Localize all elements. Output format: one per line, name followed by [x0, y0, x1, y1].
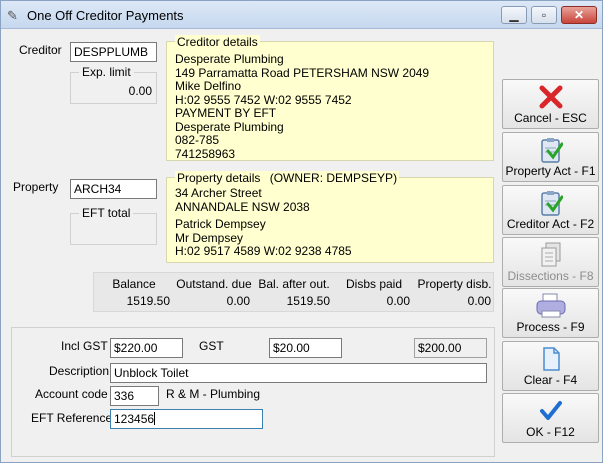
creditor-name: Desperate Plumbing: [175, 52, 284, 66]
owner-phones: H:02 9517 4589 W:02 9238 4785: [175, 244, 352, 258]
property-details-panel: Property details (OWNER: DEMPSEYP) 34 Ar…: [166, 171, 494, 263]
title-bar: ✎ One Off Creditor Payments ▁ ▫ ✕: [1, 1, 602, 29]
creditor-phones: H:02 9555 7452 W:02 9555 7452: [175, 92, 352, 107]
summary-outstanding: Outstand. due 0.00: [174, 273, 254, 313]
eft-reference-field[interactable]: 123456: [110, 409, 263, 429]
account-name: R & M - Plumbing: [166, 387, 261, 401]
creditor-payment-method: PAYMENT BY EFT: [175, 106, 277, 120]
summary-bal-after-label: Bal. after out.: [258, 277, 330, 291]
creditor-contact: Mike Delfino: [175, 79, 242, 93]
summary-bal-after: Bal. after out. 1519.50: [254, 273, 334, 313]
process-button-label: Process - F9: [516, 320, 585, 334]
text-cursor: [154, 412, 156, 425]
minimize-button[interactable]: ▁: [501, 6, 527, 24]
close-button[interactable]: ✕: [561, 6, 597, 24]
cancel-button[interactable]: Cancel - ESC: [502, 79, 599, 129]
property-act-button-label: Property Act - F1: [505, 164, 596, 178]
summary-property-disb: Property disb. 0.00: [414, 273, 495, 313]
exp-limit-value: 0.00: [128, 84, 152, 98]
eft-total-label: EFT total: [79, 206, 134, 220]
summary-balance-value: 1519.50: [126, 294, 170, 308]
ex-gst-field: $200.00: [414, 338, 487, 358]
dissections-button[interactable]: Dissections - F8: [502, 237, 599, 287]
printer-icon: [503, 292, 598, 320]
incl-gst-label: Incl GST: [61, 339, 108, 353]
exp-limit-label: Exp. limit: [79, 65, 134, 79]
creditor-details-label: Creditor details: [175, 35, 260, 49]
checkmark-icon: [503, 397, 598, 425]
clear-button[interactable]: Clear - F4: [502, 341, 599, 391]
summary-disbs-paid-value: 0.00: [386, 294, 410, 308]
summary-property-disb-value: 0.00: [467, 294, 491, 308]
summary-property-disb-label: Property disb.: [417, 277, 492, 291]
incl-gst-field[interactable]: $220.00: [110, 338, 183, 358]
eft-reference-label: EFT Reference: [31, 411, 113, 425]
summary-disbs-paid: Disbs paid 0.00: [334, 273, 414, 313]
maximize-icon: ▫: [541, 8, 547, 22]
summary-outstanding-value: 0.00: [226, 294, 250, 308]
property-code-field[interactable]: ARCH34: [70, 179, 157, 199]
property-details-title: Property details: [177, 171, 261, 185]
summary-balance-label: Balance: [112, 277, 156, 291]
eft-reference-value: 123456: [114, 412, 155, 426]
exp-limit-group: Exp. limit 0.00: [70, 65, 157, 104]
summary-disbs-paid-label: Disbs paid: [345, 277, 403, 291]
account-code-label: Account code: [35, 387, 108, 401]
property-suburb: ANNANDALE NSW 2038: [175, 199, 310, 214]
owner-salutation: Mr Dempsey: [175, 230, 244, 245]
property-label: Property: [13, 180, 59, 194]
eft-total-group: EFT total: [70, 206, 157, 245]
summary-bar: Balance 1519.50 Outstand. due 0.00 Bal. …: [93, 272, 494, 312]
gst-field[interactable]: $20.00: [269, 338, 342, 358]
property-owner-contact: Patrick Dempsey Mr Dempsey H:02 9517 458…: [175, 217, 352, 259]
creditor-details-panel: Creditor details Desperate Plumbing 149 …: [166, 35, 494, 161]
dissections-button-label: Dissections - F8: [507, 269, 594, 283]
creditor-address: 149 Parramatta Road PETERSHAM NSW 2049: [175, 65, 430, 80]
property-owner: (OWNER: DEMPSEYP): [269, 171, 398, 185]
cancel-icon: [503, 83, 598, 111]
owner-name: Patrick Dempsey: [175, 217, 266, 231]
creditor-account-number: 741258963: [175, 146, 236, 161]
creditor-bsb: 082-785: [175, 133, 220, 147]
description-field[interactable]: Unblock Toilet: [110, 363, 487, 383]
process-button[interactable]: Process - F9: [502, 288, 599, 338]
creditor-account-name: Desperate Plumbing: [175, 119, 284, 134]
account-code-field[interactable]: 336: [110, 386, 159, 406]
clipboard-check-icon: [503, 189, 598, 217]
minimize-icon: ▁: [509, 8, 519, 22]
property-details-label: Property details (OWNER: DEMPSEYP): [175, 171, 400, 185]
ok-button[interactable]: OK - F12: [502, 393, 599, 443]
summary-bal-after-value: 1519.50: [286, 294, 330, 308]
documents-icon: [503, 241, 598, 269]
property-street: 34 Archer Street: [175, 186, 262, 200]
cancel-button-label: Cancel - ESC: [514, 111, 587, 125]
gst-label: GST: [199, 339, 224, 353]
ok-button-label: OK - F12: [526, 425, 575, 439]
summary-balance: Balance 1519.50: [94, 273, 174, 313]
maximize-button[interactable]: ▫: [531, 6, 557, 24]
property-address: 34 Archer Street ANNANDALE NSW 2038: [175, 186, 310, 214]
creditor-details-text: Desperate Plumbing 149 Parramatta Road P…: [175, 52, 430, 161]
blank-page-icon: [503, 345, 598, 373]
clear-button-label: Clear - F4: [523, 373, 578, 387]
summary-outstanding-label: Outstand. due: [176, 277, 252, 291]
clipboard-check-icon: [503, 136, 598, 164]
creditor-code-field[interactable]: DESPPLUMB: [70, 42, 157, 62]
description-label: Description: [49, 364, 110, 378]
property-act-button[interactable]: Property Act - F1: [502, 132, 599, 182]
app-icon: ✎: [7, 8, 18, 23]
dialog-window: ✎ One Off Creditor Payments ▁ ▫ ✕ Credit…: [0, 0, 603, 463]
creditor-act-button-label: Creditor Act - F2: [506, 217, 595, 231]
creditor-act-button[interactable]: Creditor Act - F2: [502, 185, 599, 235]
window-title: One Off Creditor Payments: [27, 8, 184, 23]
creditor-label: Creditor: [19, 43, 62, 57]
close-icon: ✕: [573, 8, 585, 22]
